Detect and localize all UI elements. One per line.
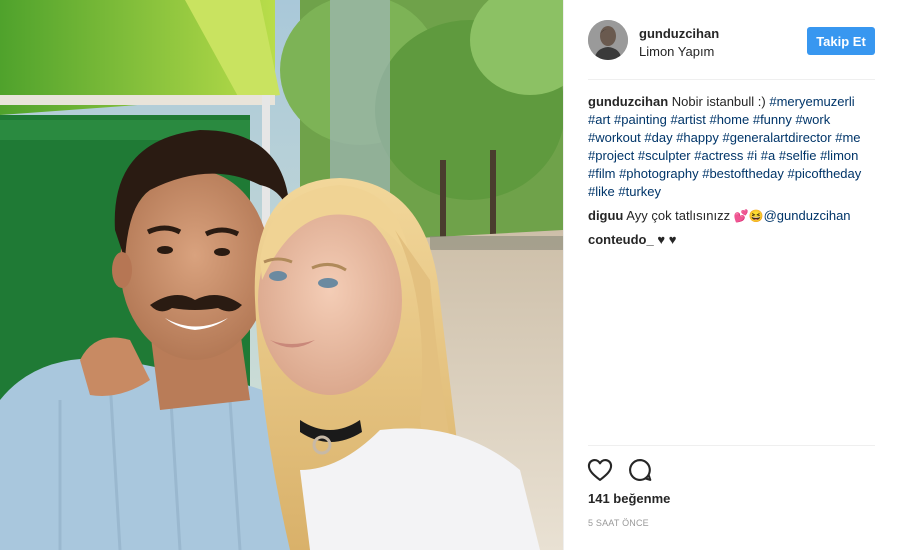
comment-item: diguu Ayy çok tatlısınızz 💕😆@gunduzcihan: [588, 207, 875, 225]
hashtag-link[interactable]: #workout: [588, 130, 641, 145]
hashtag-link[interactable]: #generalartdirector: [722, 130, 831, 145]
post-actions: 141 beğenme 5 SAAT ÖNCE: [586, 445, 875, 550]
caption: gunduzcihan Nobir istanbull :) #meryemuz…: [588, 93, 875, 201]
post-details-panel: gunduzcihan Limon Yapım Takip Et gunduzc…: [563, 0, 899, 550]
hashtag-link[interactable]: #limon: [820, 148, 858, 163]
avatar-image: [588, 20, 628, 60]
hashtag-link[interactable]: #day: [644, 130, 672, 145]
selfie-image: [0, 0, 563, 550]
hashtag-link[interactable]: #actress: [694, 148, 743, 163]
hashtag-link[interactable]: #i: [747, 148, 757, 163]
avatar[interactable]: [588, 20, 628, 60]
location-link[interactable]: Limon Yapım: [639, 44, 714, 59]
hashtag-link[interactable]: #like: [588, 184, 615, 199]
hashtag-link[interactable]: #bestoftheday: [702, 166, 784, 181]
hashtag-link[interactable]: #turkey: [618, 184, 661, 199]
hashtag-link[interactable]: #art: [588, 112, 610, 127]
caption-username[interactable]: gunduzcihan: [588, 94, 668, 109]
heart-outline-icon[interactable]: [586, 456, 614, 484]
hashtag-link[interactable]: #me: [835, 130, 860, 145]
hashtag-link[interactable]: #work: [796, 112, 831, 127]
hashtag-link[interactable]: #project: [588, 148, 634, 163]
comment-text: Ayy çok tatlısınızz: [626, 208, 731, 223]
header-username[interactable]: gunduzcihan: [639, 26, 719, 41]
post-photo[interactable]: [0, 0, 563, 550]
hashtag-list: #meryemuzerli #art #painting #artist #ho…: [588, 94, 861, 199]
caption-text: Nobir istanbull :): [671, 94, 766, 109]
hashtag-link[interactable]: #photography: [619, 166, 699, 181]
comment-mention[interactable]: @gunduzcihan: [764, 208, 851, 223]
hashtag-link[interactable]: #selfie: [779, 148, 817, 163]
follow-button[interactable]: Takip Et: [807, 27, 875, 55]
hashtag-link[interactable]: #picoftheday: [788, 166, 862, 181]
speech-bubble-icon[interactable]: [626, 456, 654, 484]
hashtag-link[interactable]: #sculpter: [638, 148, 691, 163]
hashtag-link[interactable]: #meryemuzerli: [769, 94, 854, 109]
comment-username[interactable]: conteudo_: [588, 232, 654, 247]
comment-text: ♥ ♥: [657, 232, 677, 247]
hashtag-link[interactable]: #painting: [614, 112, 667, 127]
hashtag-link[interactable]: #film: [588, 166, 615, 181]
like-count[interactable]: 141 beğenme: [588, 491, 670, 506]
comments-list: gunduzcihan Nobir istanbull :) #meryemuz…: [588, 93, 875, 255]
comment-username[interactable]: diguu: [588, 208, 623, 223]
hashtag-link[interactable]: #artist: [670, 112, 705, 127]
hashtag-link[interactable]: #home: [709, 112, 749, 127]
hashtag-link[interactable]: #happy: [676, 130, 719, 145]
post-timestamp[interactable]: 5 SAAT ÖNCE: [588, 518, 649, 528]
emoji-icon: 💕😆: [733, 209, 764, 223]
post-header: gunduzcihan Limon Yapım Takip Et: [588, 0, 875, 80]
hashtag-link[interactable]: #funny: [753, 112, 792, 127]
comment-item: conteudo_ ♥ ♥: [588, 231, 875, 249]
hashtag-link[interactable]: #a: [761, 148, 775, 163]
